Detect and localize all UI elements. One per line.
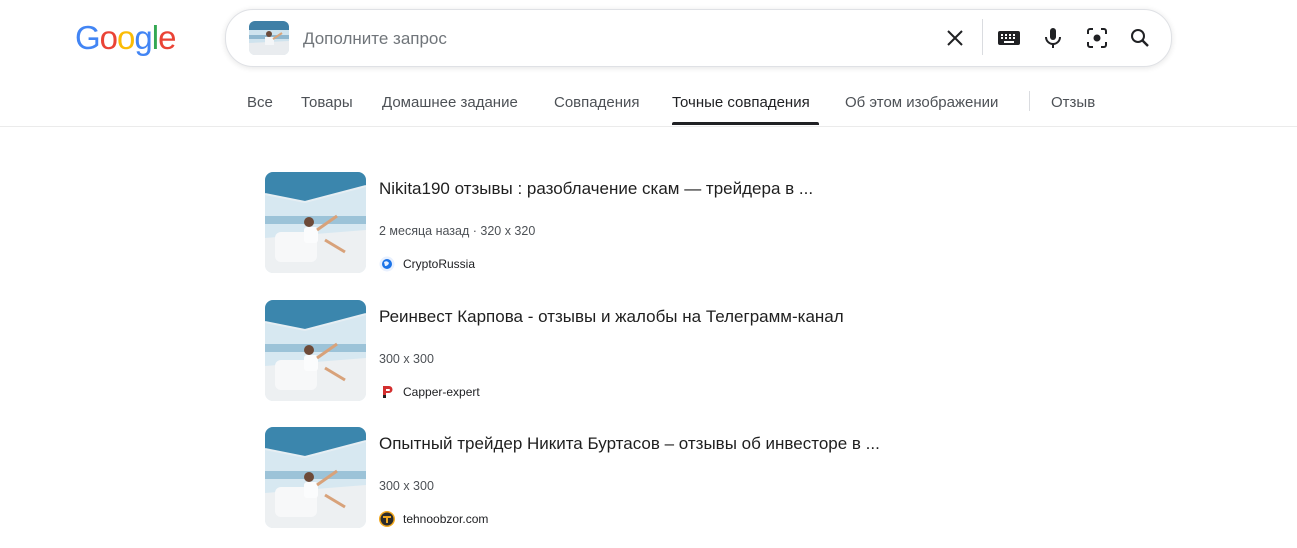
result-image <box>265 427 366 528</box>
tab-feedback[interactable]: Отзыв <box>1051 94 1095 111</box>
logo-letter: o <box>117 19 135 56</box>
tehnoobzor-icon <box>379 511 395 527</box>
tab-products[interactable]: Товары <box>301 94 353 111</box>
search-divider <box>982 19 983 55</box>
lens-icon[interactable] <box>1085 26 1109 50</box>
search-input[interactable] <box>301 25 905 53</box>
result-item: Реинвест Карпова - отзывы и жалобы на Те… <box>265 300 965 402</box>
clear-icon[interactable] <box>943 26 967 50</box>
tab-all[interactable]: Все <box>247 94 273 111</box>
tab-about-image[interactable]: Об этом изображении <box>845 94 998 111</box>
result-source[interactable]: CryptoRussia <box>379 255 475 273</box>
logo-letter: g <box>134 19 152 56</box>
tab-visual-matches[interactable]: Совпадения <box>554 94 640 111</box>
result-image <box>265 300 366 401</box>
logo-letter: e <box>158 19 176 56</box>
tab-exact-matches[interactable]: Точные совпадения <box>672 94 810 111</box>
keyboard-icon[interactable] <box>997 26 1021 50</box>
result-meta: 2 месяца назад · 320 x 320 <box>379 224 536 238</box>
result-item: Опытный трейдер Никита Буртасов – отзывы… <box>265 427 965 529</box>
query-image <box>249 21 289 55</box>
result-thumbnail[interactable] <box>265 300 366 401</box>
result-image <box>265 172 366 273</box>
search-icon[interactable] <box>1128 26 1152 50</box>
microphone-icon[interactable] <box>1041 26 1065 50</box>
search-box[interactable] <box>225 9 1172 67</box>
logo-letter: G <box>75 19 101 56</box>
logo-letter: o <box>99 19 118 56</box>
result-meta: 300 x 300 <box>379 352 434 366</box>
result-thumbnail[interactable] <box>265 427 366 528</box>
result-source[interactable]: tehnoobzor.com <box>379 510 488 528</box>
google-logo[interactable]: Google <box>75 19 176 57</box>
search-tabs: Все Товары Домашнее задание Совпадения Т… <box>0 84 1297 127</box>
source-name: CryptoRussia <box>403 257 476 271</box>
globe-icon <box>379 256 395 272</box>
tab-homework[interactable]: Домашнее задание <box>382 94 518 111</box>
result-thumbnail[interactable] <box>265 172 366 273</box>
source-name: tehnoobzor.com <box>403 512 489 526</box>
source-name: Capper-expert <box>403 385 480 399</box>
tab-separator <box>1029 91 1030 111</box>
result-title[interactable]: Nikita190 отзывы : разоблачение скам — т… <box>379 179 813 199</box>
result-title[interactable]: Опытный трейдер Никита Буртасов – отзывы… <box>379 434 880 454</box>
active-tab-indicator <box>672 122 819 125</box>
result-title[interactable]: Реинвест Карпова - отзывы и жалобы на Те… <box>379 307 844 327</box>
result-meta: 300 x 300 <box>379 479 434 493</box>
query-image-thumbnail[interactable] <box>249 21 289 55</box>
result-source[interactable]: Capper-expert <box>379 383 480 401</box>
result-item: Nikita190 отзывы : разоблачение скам — т… <box>265 172 965 274</box>
capper-expert-icon <box>379 384 395 400</box>
